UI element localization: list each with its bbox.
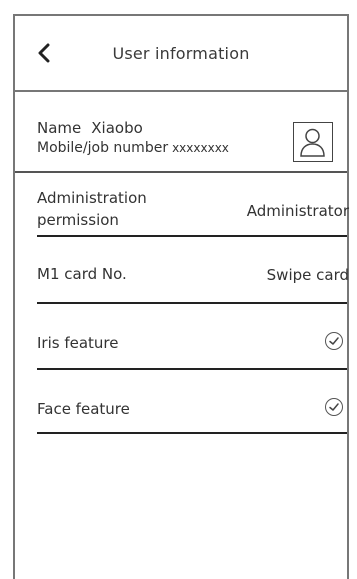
name-line: Name Xiaobo xyxy=(37,119,143,137)
admin-permission-value: Administrator xyxy=(246,202,349,220)
back-button[interactable] xyxy=(33,38,55,68)
row-divider xyxy=(37,432,347,434)
mobile-label: Mobile/job number xyxy=(37,140,169,156)
mobile-line: Mobile/job number xxxxxxxx xyxy=(37,140,229,156)
row-divider xyxy=(37,302,347,304)
user-summary: Name Xiaobo Mobile/job number xxxxxxxx xyxy=(15,92,347,173)
page-title: User information xyxy=(112,43,250,63)
iris-feature-label: Iris feature xyxy=(37,334,119,352)
user-avatar-icon[interactable] xyxy=(293,122,333,162)
m1-card-row[interactable]: M1 card No. Swipe card xyxy=(37,264,349,308)
face-feature-row[interactable]: Face feature xyxy=(37,388,349,434)
iris-feature-row[interactable]: Iris feature xyxy=(37,322,349,370)
check-circle-icon xyxy=(325,398,343,416)
admin-permission-label-line1: Administration xyxy=(37,189,147,207)
mobile-value: xxxxxxxx xyxy=(172,141,229,155)
admin-permission-row[interactable]: Administration permission Administrator xyxy=(37,188,349,248)
admin-permission-label-line2: permission xyxy=(37,211,119,229)
row-divider xyxy=(37,368,347,370)
header-bar: User information xyxy=(15,16,347,92)
phone-screen: User information Name Xiaobo Mobile/job n… xyxy=(13,14,349,579)
name-label: Name xyxy=(37,119,82,137)
check-circle-icon xyxy=(325,332,343,350)
swipe-card-value[interactable]: Swipe card xyxy=(267,266,349,284)
name-value: Xiaobo xyxy=(91,119,143,137)
m1-card-label: M1 card No. xyxy=(37,265,127,283)
row-divider xyxy=(37,235,347,237)
face-feature-label: Face feature xyxy=(37,400,130,418)
chevron-left-icon xyxy=(38,43,50,63)
